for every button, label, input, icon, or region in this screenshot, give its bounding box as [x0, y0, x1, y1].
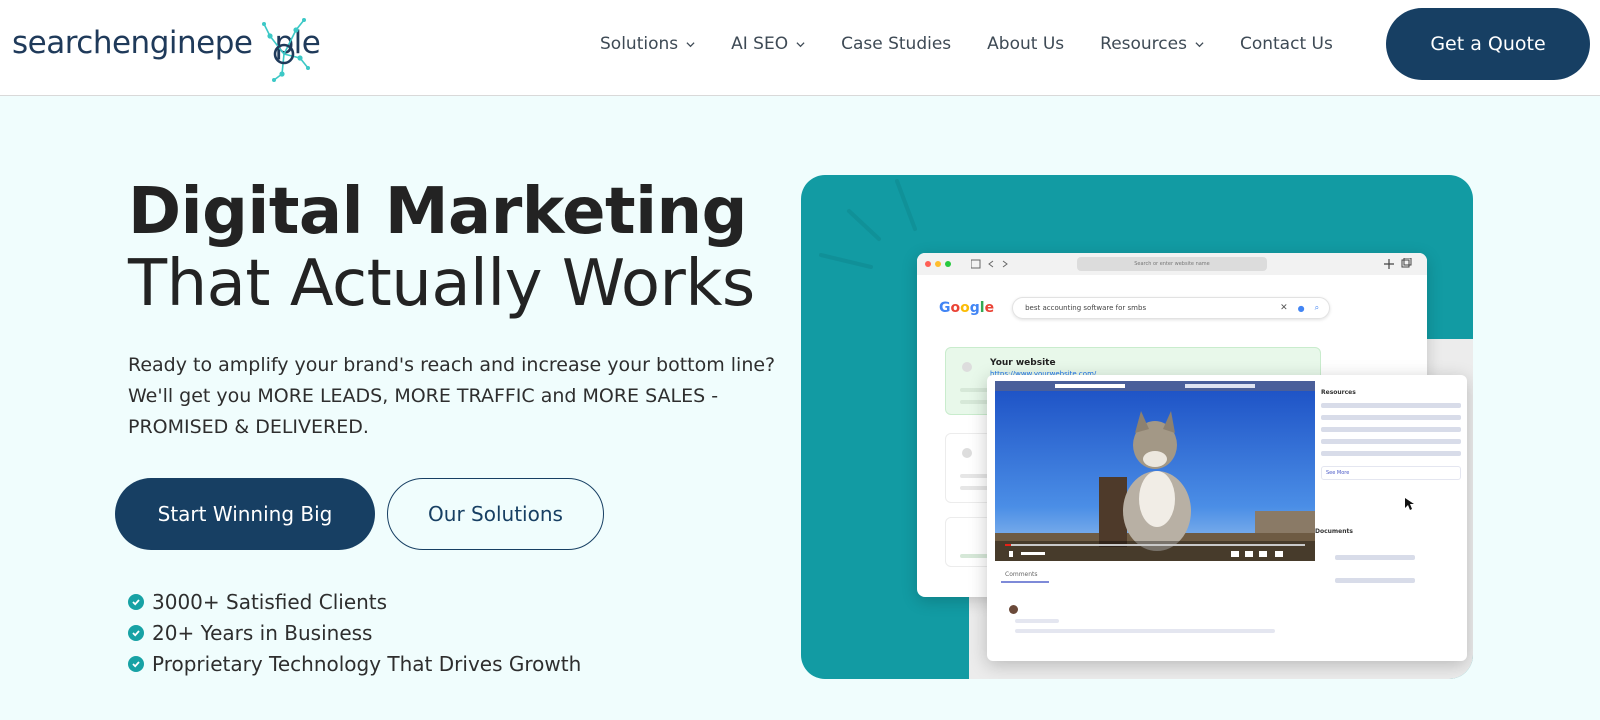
nav-resources[interactable]: Resources [1100, 34, 1204, 54]
nav-ai-seo-label: AI SEO [731, 34, 789, 54]
browser-nav-icons [971, 259, 1008, 269]
hero-title: Digital Marketing That Actually Works [128, 176, 755, 320]
globe-icon [962, 448, 972, 458]
chevron-down-icon [1195, 41, 1204, 47]
benefit-text: Proprietary Technology That Drives Growt… [152, 651, 582, 676]
google-letter: o [950, 300, 961, 316]
cat-video [995, 381, 1315, 561]
chevron-down-icon [686, 41, 695, 47]
nav-resources-label: Resources [1100, 34, 1187, 54]
maximize-dot-icon [945, 261, 951, 267]
mouse-cursor-icon [1405, 498, 1414, 510]
microphone-icon: ● [1297, 303, 1305, 313]
benefits-list: 3000+ Satisfied Clients 20+ Years in Bus… [128, 586, 581, 679]
our-solutions-button[interactable]: Our Solutions [387, 478, 604, 550]
avatar [1009, 605, 1018, 614]
google-search-row: Google best accounting software for smbs… [939, 297, 1331, 319]
nav-solutions-label: Solutions [600, 34, 679, 54]
browser-tab-icons [1384, 258, 1412, 269]
get-a-quote-button[interactable]: Get a Quote [1386, 8, 1590, 80]
resources-heading: Resources [1321, 389, 1356, 396]
nav-case-studies[interactable]: Case Studies [841, 34, 951, 54]
nav-ai-seo[interactable]: AI SEO [731, 34, 805, 54]
google-letter: G [939, 300, 951, 316]
site-header: searchenginepe ple Solutions AI SEO Case… [0, 0, 1600, 96]
nav-solutions[interactable]: Solutions [600, 34, 695, 54]
nav-about-us-label: About Us [987, 34, 1065, 54]
start-winning-big-button[interactable]: Start Winning Big [115, 478, 375, 550]
benefit-text: 3000+ Satisfied Clients [152, 589, 388, 614]
network-logo-icon [262, 18, 310, 82]
minimize-dot-icon [935, 261, 941, 267]
globe-icon [962, 362, 972, 372]
comments-tab: Comments [1005, 571, 1038, 578]
nav-case-studies-label: Case Studies [841, 34, 952, 54]
hero-illustration: Search or enter website name Google best… [801, 175, 1473, 679]
close-dot-icon [925, 261, 931, 267]
nav-contact-us-label: Contact Us [1239, 34, 1333, 54]
resources-panel: Resources See More Documents [1315, 389, 1461, 583]
url-bar: Search or enter website name [1077, 257, 1267, 271]
check-icon [128, 593, 144, 610]
close-icon: ✕ [1280, 303, 1288, 313]
list-item: 3000+ Satisfied Clients [128, 586, 581, 617]
logo[interactable]: searchenginepe ple [12, 8, 321, 82]
main-nav: Solutions AI SEO Case Studies About Us R… [600, 0, 1369, 88]
nav-about-us[interactable]: About Us [987, 34, 1064, 54]
google-letter: o [960, 300, 970, 316]
check-icon [128, 624, 144, 641]
result-title: Your website [990, 358, 1056, 368]
google-logo: Google [939, 300, 994, 316]
nav-contact-us[interactable]: Contact Us [1240, 34, 1333, 54]
google-letter: e [984, 300, 995, 316]
search-icon: ⌕ [1314, 303, 1320, 312]
google-letter: g [969, 300, 980, 316]
list-item: Proprietary Technology That Drives Growt… [128, 648, 581, 679]
hero-description: Ready to amplify your brand's reach and … [128, 354, 776, 438]
benefit-text: 20+ Years in Business [152, 620, 373, 645]
documents-heading: Documents [1315, 528, 1353, 535]
list-item: 20+ Years in Business [128, 617, 581, 648]
hero-title-line2: That Actually Works [128, 247, 755, 321]
check-icon [128, 655, 144, 672]
search-input: best accounting software for smbs ✕ ● ⌕ [1012, 297, 1331, 319]
see-more-button: See More [1321, 466, 1461, 480]
cat-video-frame [995, 381, 1315, 561]
browser-toolbar: Search or enter website name [917, 253, 1427, 275]
hero-title-line1: Digital Marketing [128, 175, 747, 249]
chevron-down-icon [796, 41, 805, 47]
search-query-text: best accounting software for smbs [1025, 304, 1147, 312]
video-player-mockup: Resources See More Documents Comments [987, 375, 1467, 661]
